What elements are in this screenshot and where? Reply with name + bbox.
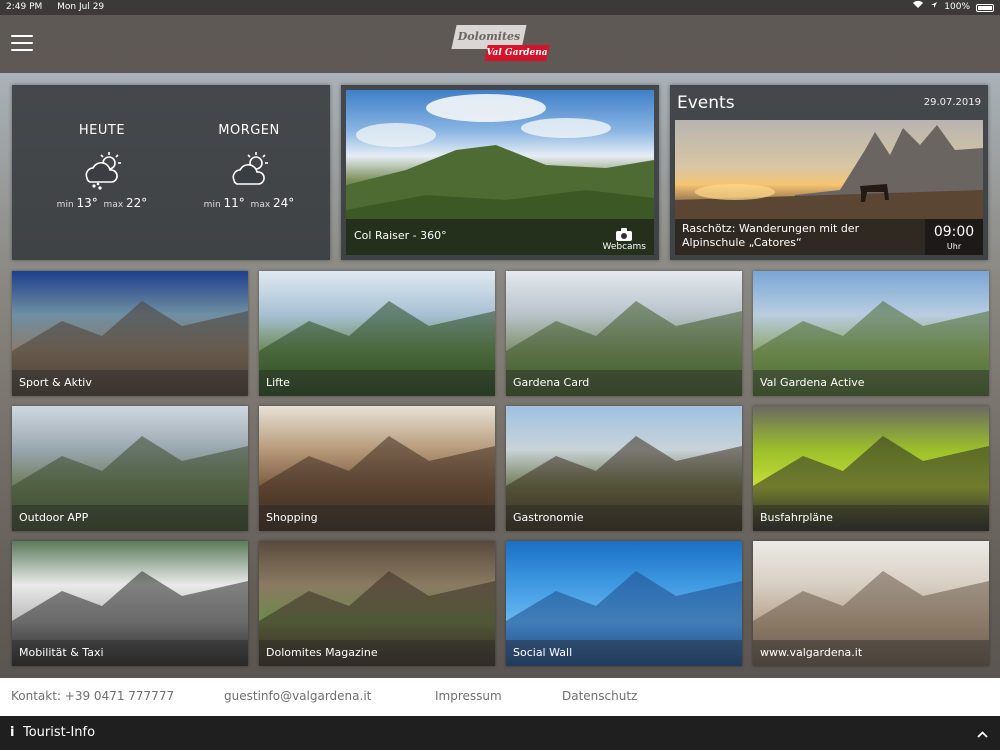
camera-icon — [616, 228, 633, 241]
tile-label: Social Wall — [506, 640, 742, 666]
tile-label: Dolomites Magazine — [259, 640, 495, 666]
webcams-label: Webcams — [602, 242, 646, 252]
webcam-image: Col Raiser - 360° Webcams — [346, 90, 654, 255]
tile-label: Outdoor APP — [12, 505, 248, 531]
event-image: Raschötz: Wanderungen mit der Alpinschul… — [675, 120, 983, 255]
event-title: Raschötz: Wanderungen mit der Alpinschul… — [682, 222, 860, 249]
tile-11[interactable]: www.valgardena.it — [753, 541, 989, 666]
tile-10[interactable]: Social Wall — [506, 541, 742, 666]
contact-email-link[interactable]: guestinfo@valgardena.it — [224, 689, 371, 703]
tile-9[interactable]: Dolomites Magazine — [259, 541, 495, 666]
events-panel[interactable]: Events 29.07.2019 Raschötz: Wanderungen … — [670, 85, 988, 260]
tile-label: Gastronomie — [506, 505, 742, 531]
weather-panel[interactable]: HEUTE min 13° max 22° MORGEN min 11° max… — [12, 85, 330, 260]
logo-valgardena-text: Val Gardena — [486, 48, 548, 58]
tile-3[interactable]: Val Gardena Active — [753, 271, 989, 396]
tile-label: www.valgardena.it — [753, 640, 989, 666]
weather-tomorrow-min: 11° — [223, 196, 245, 210]
tile-0[interactable]: Sport & Aktiv — [12, 271, 248, 396]
tile-5[interactable]: Shopping — [259, 406, 495, 531]
info-icon: i — [10, 725, 15, 740]
hamburger-icon[interactable] — [11, 35, 33, 52]
tile-4[interactable]: Outdoor APP — [12, 406, 248, 531]
weather-today-max-label: max — [103, 200, 124, 210]
tile-2[interactable]: Gardena Card — [506, 271, 742, 396]
weather-tomorrow-max-label: max — [250, 200, 271, 210]
tourist-info-bar[interactable]: i Tourist-Info — [0, 716, 1000, 750]
weather-today-min: 13° — [76, 196, 98, 210]
weather-tomorrow-label: MORGEN — [218, 123, 280, 138]
tile-8[interactable]: Mobilität & Taxi — [12, 541, 248, 666]
chevron-up-icon[interactable] — [977, 727, 988, 742]
privacy-link[interactable]: Datenschutz — [562, 689, 637, 703]
impressum-link[interactable]: Impressum — [435, 689, 502, 703]
events-date: 29.07.2019 — [923, 97, 981, 108]
battery-percent: 100% — [944, 2, 970, 12]
tile-label: Sport & Aktiv — [12, 370, 248, 396]
status-date: Mon Jul 29 — [57, 2, 105, 12]
webcam-caption: Col Raiser - 360° — [354, 229, 447, 242]
status-bar: 2:49 PM Mon Jul 29 100% — [0, 0, 1000, 15]
app-header: Dolomites Val Gardena — [0, 15, 1000, 73]
tile-label: Mobilität & Taxi — [12, 640, 248, 666]
dolomites-logo[interactable]: Dolomites Val Gardena — [450, 23, 550, 67]
tile-label: Lifte — [259, 370, 495, 396]
tile-7[interactable]: Busfahrpläne — [753, 406, 989, 531]
weather-tomorrow-min-label: min — [203, 200, 221, 210]
battery-icon — [976, 3, 994, 12]
weather-tomorrow-max: 24° — [273, 196, 295, 210]
sun-cloud-icon — [232, 152, 268, 185]
weather-today-min-label: min — [56, 200, 74, 210]
event-time: 09:00 — [933, 224, 975, 240]
tile-label: Val Gardena Active — [753, 370, 989, 396]
tile-label: Shopping — [259, 505, 495, 531]
contact-phone-link[interactable]: Kontakt: +39 0471 777777 — [11, 689, 174, 703]
status-time: 2:49 PM — [6, 2, 43, 12]
webcams-link[interactable]: Webcams — [602, 228, 646, 252]
location-icon — [930, 0, 938, 15]
weather-tomorrow: MORGEN min 11° max 24° — [189, 123, 309, 210]
wifi-icon — [912, 0, 924, 15]
events-title: Events — [677, 93, 735, 113]
weather-today-max: 22° — [126, 196, 148, 210]
webcam-panel[interactable]: Col Raiser - 360° Webcams — [341, 85, 659, 260]
tile-6[interactable]: Gastronomie — [506, 406, 742, 531]
tourist-info-label: Tourist-Info — [23, 725, 96, 740]
event-time-box: 09:00 Uhr — [925, 219, 983, 255]
tile-1[interactable]: Lifte — [259, 271, 495, 396]
event-time-unit: Uhr — [946, 242, 962, 251]
contact-bar: Kontakt: +39 0471 777777 guestinfo@valga… — [0, 678, 1000, 716]
weather-today-label: HEUTE — [78, 123, 126, 138]
tile-label: Busfahrpläne — [753, 505, 989, 531]
tile-label: Gardena Card — [506, 370, 742, 396]
sun-cloud-rain-icon — [85, 152, 121, 190]
weather-today: HEUTE min 13° max 22° — [42, 123, 162, 210]
